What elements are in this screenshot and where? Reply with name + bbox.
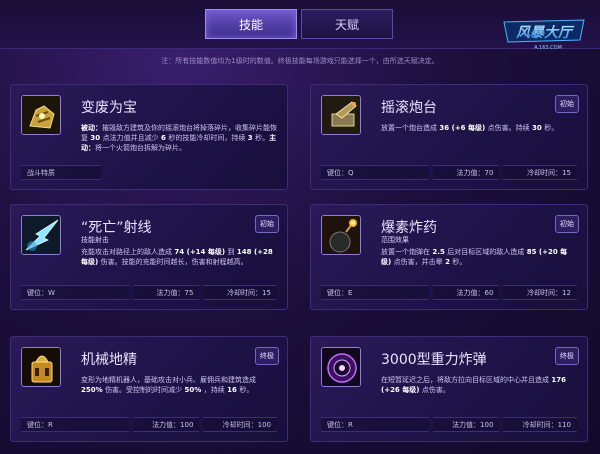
initial-badge: 初始 — [555, 95, 579, 113]
skill-card-rock-it-turret[interactable]: 初始 摇滚炮台 放置一个炮台造成 36 (+6 每级) 点伤害。持续 30 秒。… — [310, 84, 588, 190]
skill-stats: 战斗特质 — [21, 165, 277, 180]
skill-description: 放置一个炮台造成 36 (+6 每级) 点伤害。持续 30 秒。 — [381, 124, 559, 132]
skill-stats: 键位：E 法力值：60 冷却时间：12 — [321, 285, 577, 300]
skill-description: 充能攻击对路径上的敌人造成 74 (+14 每级) 到 148 (+28 每级)… — [81, 248, 273, 266]
tab-skills[interactable]: 技能 — [205, 9, 297, 39]
skill-stats: 键位：R 法力值：100 冷却时间：110 — [321, 417, 577, 432]
site-logo[interactable]: 风暴大厅 A.163.COM — [500, 16, 588, 52]
ultimate-badge: 终极 — [255, 347, 279, 365]
skill-description: 变形为地精机器人，基础攻击对小兵、雇佣兵和建筑造成 250% 伤害。受控制的时间… — [81, 376, 256, 394]
skill-title: 机械地精 — [81, 352, 137, 368]
info-note: 注：所有技能数值均为1级时的数值。终极技能每场游戏只能选择一个，由所选天赋决定。 — [161, 57, 439, 65]
ultimate-badge: 终极 — [555, 347, 579, 365]
tab-bar: 技能 天赋 — [205, 9, 393, 39]
logo-subtext: A.163.COM — [534, 45, 562, 51]
skill-card-explosive[interactable]: 初始 爆素炸药 范围效果 放置一个炮弹在 2.5 后对目标区域的敌人造成 85 … — [310, 204, 588, 310]
skill-title: 爆素炸药 — [381, 220, 437, 236]
logo-text: 风暴大厅 — [516, 24, 575, 41]
mana-cost: 法力值：100 — [432, 417, 500, 432]
bomb-icon — [321, 215, 361, 255]
hotkey-label: 键位：Q — [321, 165, 429, 180]
cooldown: 冷却时间：110 — [503, 417, 577, 432]
skill-stats: 键位：Q 法力值：70 冷却时间：15 — [321, 165, 577, 180]
skill-stats: 键位：W 法力值：75 冷却时间：15 — [21, 285, 277, 300]
initial-badge: 初始 — [555, 215, 579, 233]
skill-title: 变废为宝 — [81, 100, 137, 116]
hotkey-label: 键位：W — [21, 285, 129, 300]
mana-cost: 法力值：60 — [432, 285, 500, 300]
death-ray-icon — [21, 215, 61, 255]
hotkey-label: 键位：R — [321, 417, 429, 432]
trait-label: 战斗特质 — [21, 165, 101, 180]
skill-description: 被动：摧毁敌方建筑及你的摇滚炮台将掉落碎片，收集碎片能恢复 30 点法力值并且减… — [81, 124, 277, 152]
turret-icon — [321, 95, 361, 135]
hotkey-label: 键位：E — [321, 285, 429, 300]
skill-description: 放置一个炮弹在 2.5 后对目标区域的敌人造成 85 (+20 每级) 点伤害，… — [381, 248, 568, 266]
skill-title: 3000型重力炸弹 — [381, 352, 487, 368]
skill-card-death-ray[interactable]: 初始 “死亡”射线 技能射击 充能攻击对路径上的敌人造成 74 (+14 每级)… — [10, 204, 288, 310]
mana-cost: 法力值：70 — [432, 165, 500, 180]
cooldown: 冷却时间：12 — [503, 285, 577, 300]
cooldown: 冷却时间：100 — [203, 417, 277, 432]
skill-title: 摇滚炮台 — [381, 100, 437, 116]
tab-talents[interactable]: 天赋 — [301, 9, 393, 39]
mana-cost: 法力值：100 — [132, 417, 200, 432]
skill-subtitle: 技能射击 — [81, 236, 109, 244]
hotkey-label: 键位：R — [21, 417, 129, 432]
cooldown: 冷却时间：15 — [203, 285, 277, 300]
skill-card-robo-goblin[interactable]: 终极 机械地精 变形为地精机器人，基础攻击对小兵、雇佣兵和建筑造成 250% 伤… — [10, 336, 288, 442]
robo-goblin-icon — [21, 347, 61, 387]
scrap-icon — [21, 95, 61, 135]
skill-card-scrap[interactable]: 变废为宝 被动：摧毁敌方建筑及你的摇滚炮台将掉落碎片，收集碎片能恢复 30 点法… — [10, 84, 288, 190]
cooldown: 冷却时间：15 — [503, 165, 577, 180]
skill-stats: 键位：R 法力值：100 冷却时间：100 — [21, 417, 277, 432]
gravity-bomb-icon — [321, 347, 361, 387]
skill-title: “死亡”射线 — [81, 220, 152, 236]
initial-badge: 初始 — [255, 215, 279, 233]
skill-card-gravity-bomb[interactable]: 终极 3000型重力炸弹 在短暂延迟之后，将敌方拉向目标区域的中心并且造成 17… — [310, 336, 588, 442]
skill-description: 在短暂延迟之后，将敌方拉向目标区域的中心并且造成 176 (+26 每级) 点伤… — [381, 376, 567, 394]
skill-subtitle: 范围效果 — [381, 236, 409, 244]
mana-cost: 法力值：75 — [132, 285, 200, 300]
